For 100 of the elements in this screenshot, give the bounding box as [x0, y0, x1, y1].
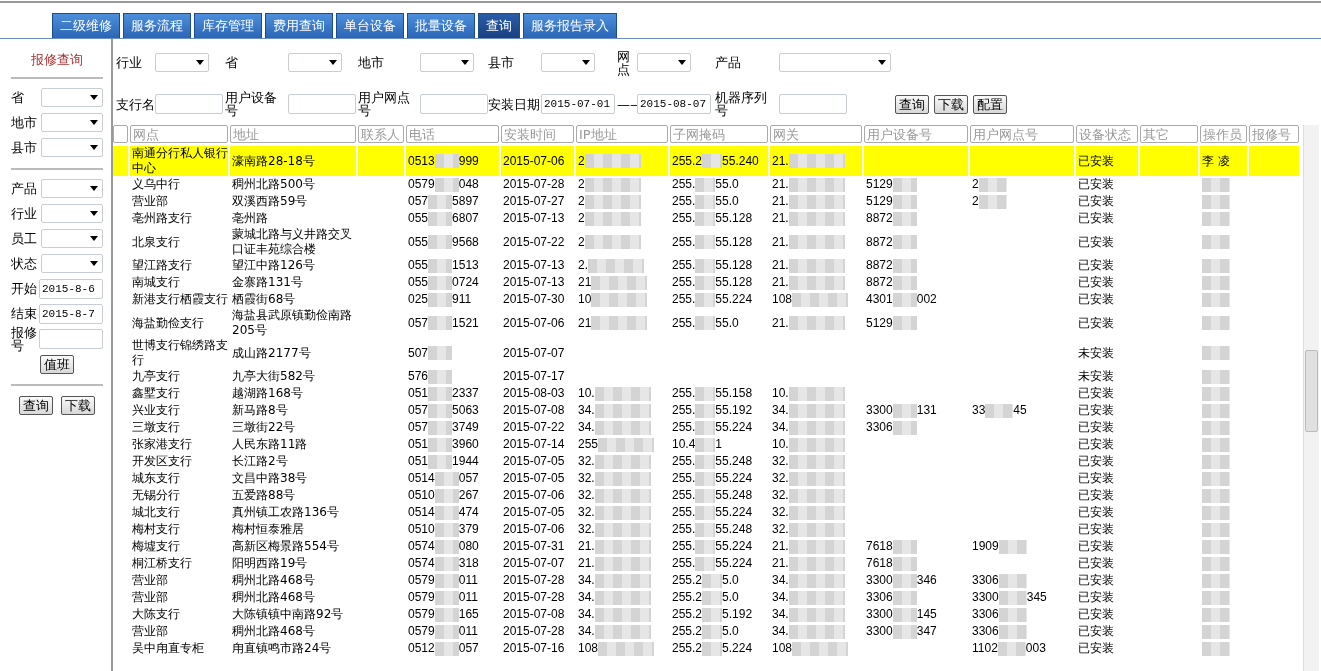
cell-text: 011	[458, 590, 478, 604]
table-row[interactable]: 无锡分行 五爱路88号 0510 267 2015-07-06 32. 255. 55.248 32. 已安装	[113, 487, 1299, 504]
action-button[interactable]: 查询	[19, 396, 53, 415]
cell-text: 10.4	[672, 437, 696, 451]
action-button[interactable]: 查询	[895, 94, 929, 114]
nav-tab[interactable]: 服务报告录入	[523, 13, 617, 38]
table-row[interactable]: 海盐勤俭支行 海盐县武原镇勤俭南路205号 057 1521 2015-07-06 21 255. 55.0 21. 5129 已安装	[113, 308, 1299, 338]
dropdown[interactable]	[420, 53, 474, 73]
cell-text: 55.128	[715, 211, 753, 225]
nav-tab[interactable]: 服务流程	[123, 13, 191, 38]
input-field[interactable]	[420, 94, 488, 115]
table-cell-text: 已安装	[1077, 504, 1115, 521]
dropdown[interactable]	[41, 138, 103, 157]
input-field[interactable]	[39, 328, 103, 349]
pixelated-patch	[695, 258, 716, 273]
table-row[interactable]: 张家港支行 人民东路11路 051 3960 2015-07-14 255 10.4 1 10. 已安装	[113, 436, 1299, 453]
cell-text: 3300	[866, 607, 893, 621]
input-field[interactable]	[288, 94, 356, 115]
table-row[interactable]: 北泉支行 蒙城北路与义井路交叉口证丰苑综合楼 055 9568 2015-07-22 2 255. 55.128 21. 8872 已安装	[113, 227, 1299, 257]
nav-tab[interactable]: 库存管理	[194, 13, 262, 38]
pixelated-patch	[788, 590, 845, 605]
action-button[interactable]: 下载	[934, 94, 968, 114]
input-field[interactable]	[779, 94, 847, 115]
input-field[interactable]: 2015-8-7	[39, 303, 103, 324]
table-row[interactable]: 营业部 稠州北路468号 0579 011 2015-07-28 34. 255.2 5.0 34. 3306 3300 345 已安装	[113, 589, 1299, 606]
table-cell-text: 已安装	[1077, 233, 1115, 251]
table-row[interactable]: 新港支行栖霞支行 栖霞街68号 025 911 2015-07-30 10 255. 55.224 108 4301 002 已安装	[113, 291, 1299, 308]
table-row[interactable]: 开发区支行 长江路2号 051 1944 2015-07-05 32. 255. 55.248 32. 已安装	[113, 453, 1299, 470]
pixelated-patch	[594, 556, 651, 571]
pixelated-patch	[594, 607, 651, 622]
table-cell-text: 开发区支行	[131, 453, 193, 470]
cell-text: 21.	[772, 153, 789, 168]
action-button[interactable]: 配置	[973, 94, 1007, 114]
cell-text: 255.	[672, 420, 696, 434]
cell-text: 576	[408, 369, 429, 383]
scrollbar[interactable]	[1303, 125, 1319, 671]
table-cell-text: 2015-07-06	[502, 487, 566, 504]
table-row[interactable]: 吴中甪直专柜 甪直镇鸣市路24号 0512 057 2015-07-16 108 255.2 5.224 108 1102 003 已安装	[113, 640, 1299, 657]
pixelated-patch	[695, 420, 716, 435]
table-row[interactable]: 义乌中行 稠州北路500号 0579 048 2015-07-28 2 255. 55.0 21. 5129 2 已安装	[113, 176, 1299, 193]
table-row[interactable]: 城北支行 真州镇工农路136号 0514 474 2015-07-05 32. 255. 55.224 32. 已安装	[113, 504, 1299, 521]
input-field[interactable]: 2015-8-6	[39, 278, 103, 299]
cell-text: 32.	[772, 454, 789, 468]
table-cell-text: 梅墟支行	[131, 538, 181, 555]
cell-text: 0579	[408, 177, 435, 191]
cell-text: 0574	[408, 539, 435, 553]
field-label: 支行名	[116, 97, 155, 111]
table-row[interactable]: 城东支行 文昌中路38号 0514 057 2015-07-05 32. 255. 55.224 32. 已安装	[113, 470, 1299, 487]
dropdown[interactable]	[41, 254, 103, 273]
nav-tab[interactable]: 批量设备	[407, 13, 475, 38]
table-row[interactable]: 三墩支行 三墩街22号 057 3749 2015-07-22 34. 255. 55.224 34. 3306 已安装	[113, 419, 1299, 436]
cell-text: 2	[578, 211, 585, 225]
input-field[interactable]: 2015-07-01	[541, 94, 615, 115]
nav-tab[interactable]: 费用查询	[265, 13, 333, 38]
table-row[interactable]: 亳州路支行 亳州路 055 6807 2015-07-13 2 255. 55.128 21. 8872 已安装	[113, 210, 1299, 227]
action-button[interactable]: 下载	[61, 396, 95, 415]
table-row[interactable]: 大陈支行 大陈镇镇中南路92号 0579 165 2015-07-08 34. 255.2 5.192 34. 3300 145 3306 已安装	[113, 606, 1299, 623]
table-cell-text: 2015-08-03	[502, 385, 566, 402]
pixelated-patch	[428, 194, 453, 209]
dropdown[interactable]	[41, 113, 103, 132]
dropdown[interactable]	[637, 53, 691, 73]
dropdown[interactable]	[41, 88, 103, 107]
pixelated-patch	[1202, 505, 1230, 520]
cell-text: 3960	[452, 437, 479, 451]
table-row[interactable]: 桐江桥支行 阳明西路19号 0574 318 2015-07-07 21. 255. 55.224 21. 7618 已安装	[113, 555, 1299, 572]
table-row[interactable]: 营业部 稠州北路468号 0579 011 2015-07-28 34. 255.2 5.0 34. 3300 346 3306 已安装	[113, 572, 1299, 589]
dropdown[interactable]	[41, 204, 103, 223]
dropdown[interactable]	[41, 179, 103, 198]
table-row[interactable]: 营业部 双溪西路59号 057 5897 2015-07-27 2 255. 55.0 21. 5129 2 已安装	[113, 193, 1299, 210]
field-label: 开始	[11, 282, 37, 295]
table-row[interactable]: 梅墟支行 高新区梅景路554号 0574 080 2015-07-31 21. 255. 55.224 21. 7618 1909 已安装	[113, 538, 1299, 555]
table-cell-text: 望江中路126号	[231, 257, 316, 274]
table-cell-text: 海盐县武原镇勤俭南路205号	[231, 308, 353, 338]
cell-text: 8872	[866, 211, 893, 225]
table-row[interactable]: 梅村支行 梅村恒泰雅居 0510 379 2015-07-06 32. 255. 55.248 32. 已安装	[113, 521, 1299, 538]
table-row[interactable]: 南城支行 金寨路131号 055 0724 2015-07-13 21 255. 55.128 21. 8872 已安装	[113, 274, 1299, 291]
dropdown[interactable]	[288, 53, 342, 73]
input-field[interactable]: 2015-08-07	[637, 94, 711, 115]
pixelated-patch	[892, 316, 917, 331]
table-row[interactable]: 兴业支行 新马路8号 057 5063 2015-07-08 34. 255. 55.192 34. 3300 131 33 45 已安装	[113, 402, 1299, 419]
input-field[interactable]	[155, 94, 223, 115]
table-row[interactable]: 九亭支行 九亭大街582号 576 2015-07-17 未安装	[113, 368, 1299, 385]
table-cell-text: 未安装	[1077, 344, 1115, 362]
cell-text: 55.224	[715, 505, 753, 519]
dropdown[interactable]	[155, 53, 209, 73]
duty-button[interactable]: 值班	[40, 355, 74, 374]
table-row[interactable]: 营业部 稠州北路468号 0579 011 2015-07-28 34. 255.2 5.0 34. 3300 347 3306 已安装	[113, 623, 1299, 640]
caret-icon	[461, 60, 469, 66]
table-row[interactable]: 鑫墅支行 越湖路168号 051 2337 2015-08-03 10. 255. 55.158 10. 已安装	[113, 385, 1299, 402]
dropdown[interactable]	[541, 53, 595, 73]
nav-tab[interactable]: 二级维修	[52, 13, 120, 38]
dropdown[interactable]	[779, 53, 891, 73]
dropdown[interactable]	[41, 229, 103, 248]
table-cell-text: 张家港支行	[131, 436, 193, 453]
nav-tab[interactable]: 单台设备	[336, 13, 404, 38]
nav-tab[interactable]: 查询	[478, 13, 520, 38]
table-row[interactable]: 望江路支行 望江中路126号 055 1513 2015-07-13 2. 255. 55.128 21. 8872 已安装	[113, 257, 1299, 274]
table-cell-text: 已安装	[1077, 210, 1115, 227]
pixelated-patch	[434, 177, 459, 192]
cell-text: 0574	[408, 556, 435, 570]
